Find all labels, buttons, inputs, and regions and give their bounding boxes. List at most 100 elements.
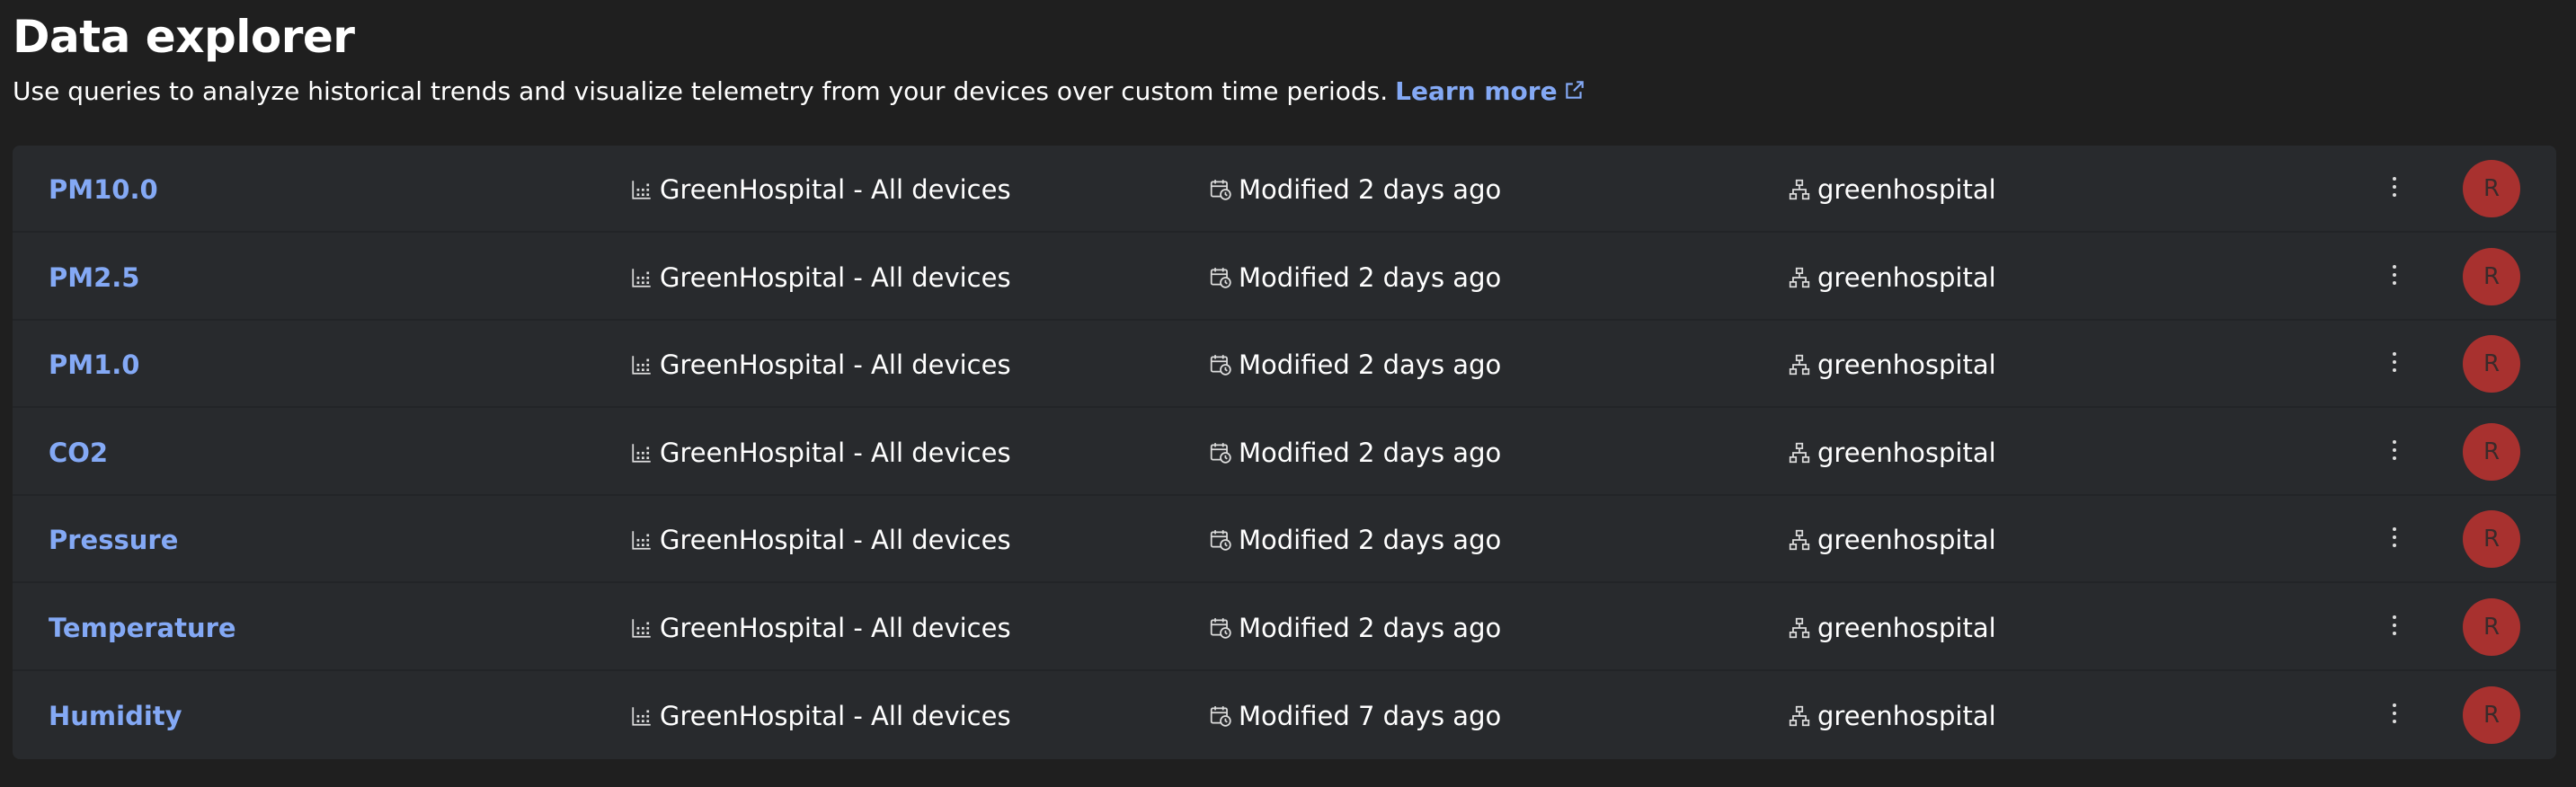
- query-modified: Modified 2 days ago: [1208, 584, 1501, 671]
- more-options-button[interactable]: [2385, 259, 2403, 295]
- query-name-link[interactable]: PM10.0: [49, 146, 158, 233]
- query-modified: Modified 2 days ago: [1208, 409, 1501, 496]
- calendar-clock-icon: [1208, 177, 1233, 202]
- calendar-clock-icon: [1208, 352, 1233, 377]
- calendar-clock-icon: [1208, 703, 1233, 729]
- query-organization: greenhospital: [1787, 584, 1996, 671]
- query-organization: greenhospital: [1787, 146, 1996, 233]
- query-device-label: GreenHospital - All devices: [660, 261, 1011, 293]
- more-vertical-icon: [2391, 263, 2398, 290]
- more-vertical-icon: [2391, 350, 2398, 377]
- query-device-label: GreenHospital - All devices: [660, 437, 1011, 468]
- device-group-icon: [629, 177, 654, 202]
- learn-more-label: Learn more: [1395, 76, 1558, 106]
- query-modified-label: Modified 7 days ago: [1239, 700, 1502, 731]
- query-row: Humidity GreenHospital - All devices Mod…: [13, 672, 2556, 759]
- query-device-label: GreenHospital - All devices: [660, 349, 1011, 380]
- query-device: GreenHospital - All devices: [629, 409, 1011, 496]
- organization-tree-icon: [1787, 527, 1812, 553]
- more-vertical-icon: [2391, 175, 2398, 202]
- query-device: GreenHospital - All devices: [629, 234, 1011, 321]
- query-modified-label: Modified 2 days ago: [1239, 349, 1502, 380]
- query-device: GreenHospital - All devices: [629, 672, 1011, 759]
- query-modified: Modified 2 days ago: [1208, 321, 1501, 408]
- device-group-icon: [629, 265, 654, 290]
- owner-avatar: R: [2463, 335, 2520, 393]
- more-options-button[interactable]: [2385, 521, 2403, 557]
- query-modified-label: Modified 2 days ago: [1239, 612, 1502, 643]
- query-modified-label: Modified 2 days ago: [1239, 261, 1502, 293]
- query-organization: greenhospital: [1787, 409, 1996, 496]
- owner-avatar: R: [2463, 686, 2520, 744]
- query-organization-label: greenhospital: [1817, 173, 1996, 205]
- query-device: GreenHospital - All devices: [629, 496, 1011, 583]
- owner-avatar: R: [2463, 160, 2520, 217]
- owner-avatar: R: [2463, 248, 2520, 305]
- query-name-link[interactable]: PM1.0: [49, 321, 140, 408]
- query-device: GreenHospital - All devices: [629, 146, 1011, 233]
- description-text: Use queries to analyze historical trends…: [13, 76, 1389, 106]
- query-organization-label: greenhospital: [1817, 437, 1996, 468]
- query-organization-label: greenhospital: [1817, 612, 1996, 643]
- learn-more-link[interactable]: Learn more: [1395, 76, 1586, 106]
- query-organization-label: greenhospital: [1817, 349, 1996, 380]
- calendar-clock-icon: [1208, 440, 1233, 465]
- organization-tree-icon: [1787, 440, 1812, 465]
- query-name-link[interactable]: Temperature: [49, 584, 236, 671]
- query-row: Pressure GreenHospital - All devices Mod…: [13, 496, 2556, 583]
- device-group-icon: [629, 615, 654, 641]
- more-options-button[interactable]: [2385, 171, 2403, 207]
- query-device-label: GreenHospital - All devices: [660, 524, 1011, 555]
- more-vertical-icon: [2391, 702, 2398, 729]
- page-title: Data explorer: [13, 11, 355, 63]
- query-modified-label: Modified 2 days ago: [1239, 437, 1502, 468]
- query-modified: Modified 2 days ago: [1208, 496, 1501, 583]
- external-link-icon: [1563, 75, 1586, 111]
- query-organization: greenhospital: [1787, 321, 1996, 408]
- query-device: GreenHospital - All devices: [629, 321, 1011, 408]
- more-vertical-icon: [2391, 438, 2398, 465]
- more-options-button[interactable]: [2385, 434, 2403, 470]
- more-vertical-icon: [2391, 526, 2398, 553]
- query-organization: greenhospital: [1787, 496, 1996, 583]
- more-options-button[interactable]: [2385, 697, 2403, 733]
- query-modified-label: Modified 2 days ago: [1239, 524, 1502, 555]
- organization-tree-icon: [1787, 265, 1812, 290]
- query-row: Temperature GreenHospital - All devices: [13, 584, 2556, 671]
- owner-avatar: R: [2463, 598, 2520, 656]
- query-organization: greenhospital: [1787, 672, 1996, 759]
- device-group-icon: [629, 527, 654, 553]
- query-modified-label: Modified 2 days ago: [1239, 173, 1502, 205]
- query-organization-label: greenhospital: [1817, 700, 1996, 731]
- query-row: PM10.0 GreenHospital - All devices Modif…: [13, 146, 2556, 233]
- calendar-clock-icon: [1208, 527, 1233, 553]
- query-device-label: GreenHospital - All devices: [660, 173, 1011, 205]
- query-name-link[interactable]: Pressure: [49, 496, 178, 583]
- query-name-link[interactable]: Humidity: [49, 672, 182, 759]
- organization-tree-icon: [1787, 177, 1812, 202]
- query-modified: Modified 2 days ago: [1208, 234, 1501, 321]
- organization-tree-icon: [1787, 352, 1812, 377]
- page-description: Use queries to analyze historical trends…: [13, 74, 1586, 111]
- owner-avatar: R: [2463, 423, 2520, 481]
- more-options-button[interactable]: [2385, 609, 2403, 645]
- more-options-button[interactable]: [2385, 346, 2403, 382]
- calendar-clock-icon: [1208, 265, 1233, 290]
- device-group-icon: [629, 440, 654, 465]
- query-list: PM10.0 GreenHospital - All devices Modif…: [13, 146, 2556, 759]
- device-group-icon: [629, 352, 654, 377]
- owner-avatar: R: [2463, 510, 2520, 568]
- query-device-label: GreenHospital - All devices: [660, 700, 1011, 731]
- query-modified: Modified 7 days ago: [1208, 672, 1501, 759]
- query-device: GreenHospital - All devices: [629, 584, 1011, 671]
- query-organization: greenhospital: [1787, 234, 1996, 321]
- query-name-link[interactable]: CO2: [49, 409, 108, 496]
- more-vertical-icon: [2391, 614, 2398, 641]
- query-row: PM1.0 GreenHospital - All devices Modifi…: [13, 321, 2556, 408]
- query-organization-label: greenhospital: [1817, 524, 1996, 555]
- query-device-label: GreenHospital - All devices: [660, 612, 1011, 643]
- query-name-link[interactable]: PM2.5: [49, 234, 140, 321]
- device-group-icon: [629, 703, 654, 729]
- query-modified: Modified 2 days ago: [1208, 146, 1501, 233]
- organization-tree-icon: [1787, 615, 1812, 641]
